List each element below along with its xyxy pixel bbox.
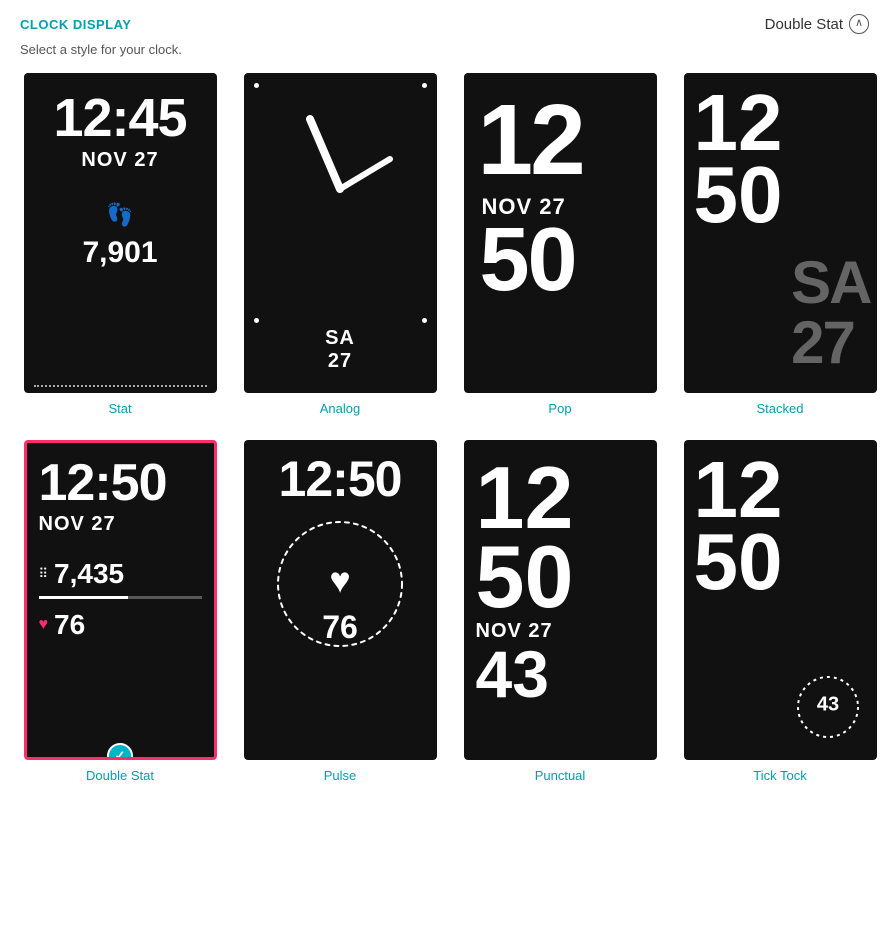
watch-face-stacked: 12 50 SA27: [684, 73, 877, 393]
watch-item-punctual[interactable]: 12 50 NOV 27 43 Punctual: [460, 440, 660, 783]
punctual-minute: 50: [476, 537, 574, 616]
analog-date: SA27: [325, 327, 355, 373]
pop-hour: 12: [478, 93, 583, 188]
punctual-extra: 43: [476, 643, 549, 706]
ds-date: NOV 27: [39, 513, 116, 536]
stacked-minute: 50: [694, 159, 783, 231]
watch-item-pulse[interactable]: 12:50 ♥ 76 Pulse: [240, 440, 440, 783]
corner-dot-tl: [254, 83, 259, 88]
corner-dot-bl: [254, 318, 259, 323]
punctual-hour: 12: [476, 458, 574, 537]
pop-minute: 50: [478, 220, 576, 301]
pulse-circle-area: ♥ 76: [270, 514, 410, 654]
svg-text:43: 43: [816, 694, 838, 716]
analog-label: Analog: [320, 401, 360, 416]
stat-steps: 7,901: [82, 236, 157, 270]
subtitle: Select a style for your clock.: [20, 42, 869, 57]
ticktock-hour: 12: [694, 454, 783, 526]
pulse-label: Pulse: [324, 768, 357, 783]
pop-label: Pop: [548, 401, 571, 416]
stat-dotted-line: [34, 385, 207, 387]
watch-item-ticktock[interactable]: 12 50 43 Tick Tock: [680, 440, 880, 783]
watch-item-analog[interactable]: SA27 Analog: [240, 73, 440, 416]
collapse-button[interactable]: [849, 14, 869, 34]
watch-item-stacked[interactable]: 12 50 SA27 Stacked: [680, 73, 880, 416]
pulse-heart-icon: ♥: [329, 560, 350, 602]
doublestat-label: Double Stat: [86, 768, 154, 783]
stacked-label: Stacked: [757, 401, 804, 416]
stacked-hour: 12: [694, 87, 783, 159]
watch-item-doublestat[interactable]: 12:50 NOV 27 ⠿ 7,435 ♥ 76 Double Stat: [20, 440, 220, 783]
ds-hr: 76: [54, 609, 85, 641]
watch-face-analog: SA27: [244, 73, 437, 393]
stat-date: NOV 27: [81, 149, 158, 172]
ds-progress-bar: [39, 596, 202, 599]
pulse-hr: 76: [322, 609, 358, 646]
watch-grid: 12:45 NOV 27 👣 7,901 Stat SA27 Analog: [20, 73, 869, 783]
watch-face-pop: 12 NOV 27 50: [464, 73, 657, 393]
pulse-time: 12:50: [279, 454, 402, 504]
steps-dots-icon: ⠿: [39, 566, 49, 582]
ds-time: 12:50: [39, 457, 167, 509]
analog-clock-svg: [260, 89, 420, 289]
selected-badge: [107, 743, 133, 760]
stacked-day-overlay: SA27: [791, 253, 870, 373]
ds-hr-row: ♥ 76: [39, 609, 86, 641]
current-style-label: Double Stat: [765, 16, 843, 33]
watch-face-stat: 12:45 NOV 27 👣 7,901: [24, 73, 217, 393]
footstep-icon: 👣: [106, 202, 133, 228]
corner-dot-tr: [422, 83, 427, 88]
watch-item-pop[interactable]: 12 NOV 27 50 Pop: [460, 73, 660, 416]
ds-progress-fill: [39, 596, 129, 599]
page-title: CLOCK DISPLAY: [20, 17, 131, 32]
heart-icon: ♥: [39, 616, 49, 634]
stat-time: 12:45: [53, 91, 186, 145]
ticktock-circle-svg: 43: [793, 672, 863, 742]
watch-face-pulse: 12:50 ♥ 76: [244, 440, 437, 760]
ds-steps: 7,435: [54, 558, 124, 590]
stat-label: Stat: [108, 401, 131, 416]
corner-dot-br: [422, 318, 427, 323]
current-style-display[interactable]: Double Stat: [765, 14, 869, 34]
watch-face-punctual: 12 50 NOV 27 43: [464, 440, 657, 760]
punctual-label: Punctual: [535, 768, 586, 783]
ds-steps-row: ⠿ 7,435: [39, 558, 125, 590]
page-header: CLOCK DISPLAY Double Stat: [20, 8, 869, 38]
ticktock-minute: 50: [694, 526, 783, 598]
watch-item-stat[interactable]: 12:45 NOV 27 👣 7,901 Stat: [20, 73, 220, 416]
watch-face-ticktock: 12 50 43: [684, 440, 877, 760]
watch-face-doublestat: 12:50 NOV 27 ⠿ 7,435 ♥ 76: [24, 440, 217, 760]
ticktock-label: Tick Tock: [753, 768, 806, 783]
ticktock-circle-area: 43: [793, 672, 863, 742]
